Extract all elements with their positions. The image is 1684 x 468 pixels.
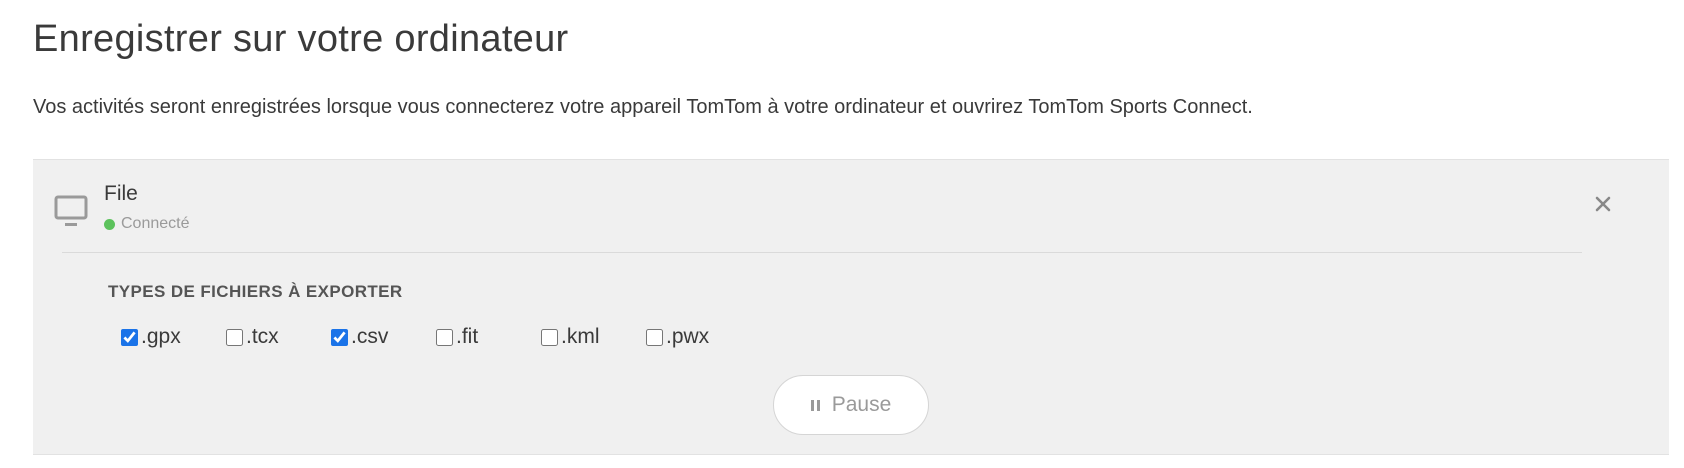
filetype-label: .kml: [561, 325, 600, 348]
checkbox-pwx[interactable]: [646, 328, 663, 346]
filetype-option-pwx[interactable]: .pwx: [646, 325, 709, 349]
filetype-option-fit[interactable]: .fit: [436, 325, 478, 349]
filetype-option-tcx[interactable]: .tcx: [226, 325, 279, 349]
filetype-option-csv[interactable]: .csv: [331, 325, 388, 349]
filetype-option-kml[interactable]: .kml: [541, 325, 600, 349]
pause-button[interactable]: Pause: [773, 375, 929, 435]
filetype-option-gpx[interactable]: .gpx: [121, 325, 181, 349]
close-icon[interactable]: [1591, 192, 1615, 216]
device-name: File: [104, 182, 138, 205]
checkbox-kml[interactable]: [541, 328, 558, 346]
pause-button-label: Pause: [831, 393, 892, 416]
filetype-label: .gpx: [141, 325, 181, 348]
status-dot: [104, 218, 115, 230]
filetype-label: .fit: [456, 325, 479, 348]
checkbox-gpx[interactable]: [121, 328, 138, 346]
filetype-label: .tcx: [246, 325, 279, 348]
filetype-label: .csv: [351, 325, 389, 348]
checkbox-csv[interactable]: [331, 328, 348, 346]
connection-status: Connecté: [104, 215, 190, 233]
page: Enregistrer sur votre ordinateur Vos act…: [0, 0, 1684, 468]
page-description: Vos activités seront enregistrées lorsqu…: [33, 96, 1253, 118]
checkbox-tcx[interactable]: [226, 328, 243, 346]
connection-panel: File Connecté TYPES DE FICHIERS À EXPORT…: [33, 159, 1669, 455]
page-title: Enregistrer sur votre ordinateur: [33, 18, 569, 60]
monitor-icon: [54, 195, 88, 226]
filetype-label: .pwx: [666, 325, 710, 348]
checkbox-fit[interactable]: [436, 328, 453, 346]
pause-icon: [810, 399, 820, 411]
divider: [62, 252, 1582, 253]
export-heading: TYPES DE FICHIERS À EXPORTER: [108, 282, 403, 301]
status-label: Connecté: [121, 215, 190, 232]
